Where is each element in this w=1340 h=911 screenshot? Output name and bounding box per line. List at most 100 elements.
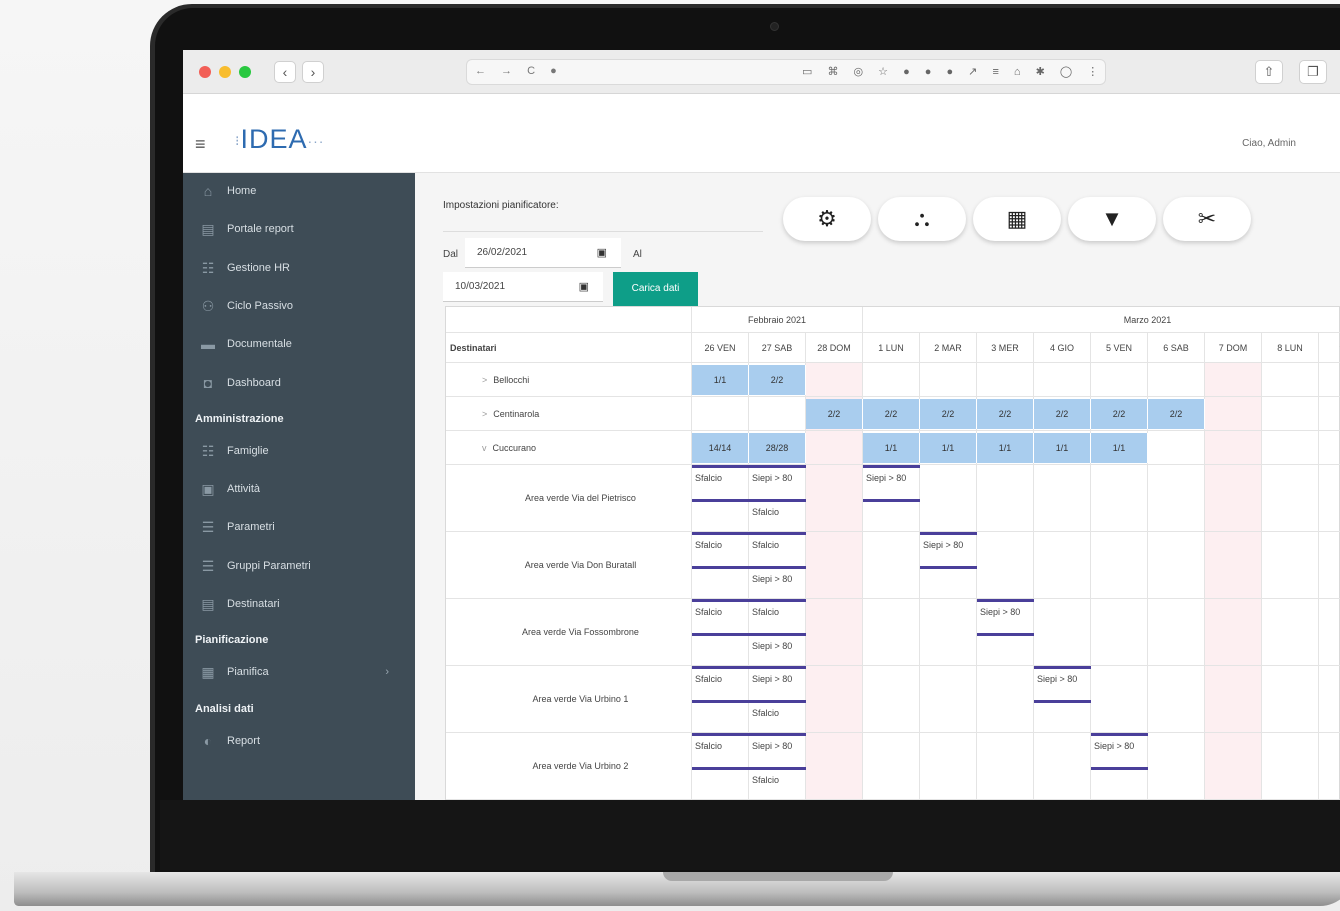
tools-icon[interactable]: ✂ (1163, 197, 1251, 241)
count-badge[interactable]: 1/1 (977, 433, 1034, 463)
task-label[interactable]: Siepi > 80 (866, 473, 906, 483)
task-label[interactable]: Siepi > 80 (752, 641, 792, 651)
group-row-centinarola[interactable]: > Centinarola (446, 397, 692, 431)
area-row-area-verde-via-don-buratall[interactable]: Area verde Via Don Buratall (446, 532, 692, 599)
count-badge[interactable]: 2/2 (806, 399, 863, 429)
count-badge[interactable]: 2/2 (863, 399, 920, 429)
area-row-area-verde-via-urbino-1[interactable]: Area verde Via Urbino 1 (446, 666, 692, 733)
count-badge[interactable]: 2/2 (749, 365, 806, 395)
expand-chevron-icon[interactable]: > (482, 409, 487, 419)
area-row-area-verde-via-urbino-2[interactable]: Area verde Via Urbino 2 (446, 733, 692, 800)
sidebar-item-famiglie[interactable]: ☷ Famiglie (183, 437, 415, 467)
task-label[interactable]: Sfalcio (695, 741, 722, 751)
sidebar-item-attivita[interactable]: ▣ Attività (183, 475, 415, 505)
sidebar-item-home[interactable]: ⌂ Home (183, 177, 415, 207)
hr-icon: ☷ (201, 259, 215, 276)
sidebar-item-parametri[interactable]: ☰ Parametri (183, 513, 415, 543)
calendar-picker-icon[interactable]: ▣ (579, 280, 589, 293)
count-badge[interactable]: 2/2 (1148, 399, 1205, 429)
group-row-cuccurano[interactable]: v Cuccurano (446, 431, 692, 465)
planner-settings-title: Impostazioni pianificatore: (443, 200, 559, 211)
collapse-chevron-icon[interactable]: v (482, 443, 487, 453)
task-label[interactable]: Sfalcio (695, 473, 722, 483)
grid-cell (863, 532, 920, 599)
extension-icons[interactable]: ▭ ⌘ ◎ ☆ ● ● ● ↗ ≡ ⌂ ✱ ◯ ⋮ (802, 65, 1104, 78)
calendar-picker-icon[interactable]: ▣ (597, 246, 607, 259)
to-date-input[interactable]: 10/03/2021 ▣ (443, 272, 603, 302)
grid-cell (1034, 363, 1091, 397)
task-label[interactable]: Siepi > 80 (752, 473, 792, 483)
sidebar-item-pianifica[interactable]: ▦ Pianifica › (183, 658, 415, 688)
count-badge[interactable]: 1/1 (920, 433, 977, 463)
task-label[interactable]: Sfalcio (752, 708, 779, 718)
expand-chevron-icon[interactable]: > (482, 375, 487, 385)
sidebar-item-label: Gestione HR (227, 261, 290, 274)
sidebar-item-report[interactable]: ◐ Report (183, 727, 415, 757)
close-window-button[interactable] (199, 66, 211, 78)
count-badge[interactable]: 28/28 (749, 433, 806, 463)
sidebar-item-dashboard[interactable]: ◘ Dashboard (183, 369, 415, 399)
task-label[interactable]: Siepi > 80 (1094, 741, 1134, 751)
group-row-bellocchi[interactable]: > Bellocchi (446, 363, 692, 397)
sidebar: ⌂ Home ▤ Portale report ☷ Gestione HR ⚇ Ciclo P… (183, 173, 415, 800)
count-badge[interactable]: 1/1 (1091, 433, 1148, 463)
back-button[interactable]: ‹ (274, 61, 296, 83)
count-badge[interactable]: 1/1 (863, 433, 920, 463)
count-badge[interactable]: 2/2 (920, 399, 977, 429)
load-data-button[interactable]: Carica dati (613, 272, 698, 306)
grid-cell (806, 465, 863, 532)
gears-icon[interactable]: ⚙ (783, 197, 871, 241)
task-label[interactable]: Sfalcio (752, 540, 779, 550)
grid-cell (1262, 532, 1319, 599)
task-label[interactable]: Siepi > 80 (923, 540, 963, 550)
calendar-icon[interactable]: ▦ (973, 197, 1061, 241)
sidebar-item-destinatari[interactable]: ▤ Destinatari (183, 590, 415, 620)
task-label[interactable]: Siepi > 80 (752, 674, 792, 684)
hamburger-menu-icon[interactable]: ≡ (195, 134, 206, 155)
task-label[interactable]: Siepi > 80 (980, 607, 1020, 617)
app-logo[interactable]: ⁝IDEA··· (235, 124, 324, 155)
sitemap-icon[interactable]: ⛬ (878, 197, 966, 241)
count-badge[interactable]: 2/2 (1034, 399, 1091, 429)
area-row-area-verde-via-fossombrone[interactable]: Area verde Via Fossombrone (446, 599, 692, 666)
count-badge[interactable]: 1/1 (1034, 433, 1091, 463)
count-badge[interactable]: 14/14 (692, 433, 749, 463)
grid-cell (1034, 465, 1091, 532)
count-badge[interactable]: 2/2 (1091, 399, 1148, 429)
task-line (749, 565, 806, 569)
count-badge[interactable]: 1/1 (692, 365, 749, 395)
grid-cell (1034, 733, 1091, 800)
user-greeting[interactable]: Ciao, Admin (1242, 138, 1296, 149)
maximize-window-button[interactable] (239, 66, 251, 78)
grid-cell (1262, 666, 1319, 733)
from-date-input[interactable]: 26/02/2021 ▣ (465, 238, 621, 268)
task-label[interactable]: Sfalcio (752, 507, 779, 517)
sidebar-item-documentale[interactable]: ▬ Documentale (183, 330, 415, 360)
task-label[interactable]: Siepi > 80 (752, 741, 792, 751)
area-row-area-verde-via-del-pietrisco[interactable]: Area verde Via del Pietrisco (446, 465, 692, 532)
filter-icon[interactable]: ▼ (1068, 197, 1156, 241)
sidebar-item-label: Parametri (227, 521, 275, 534)
task-label[interactable]: Sfalcio (695, 540, 722, 550)
sidebar-item-ciclo-passivo[interactable]: ⚇ Ciclo Passivo (183, 292, 415, 322)
sidebar-item-portale-report[interactable]: ▤ Portale report (183, 215, 415, 245)
tabs-overview-icon[interactable]: ❐ (1299, 60, 1327, 84)
task-label[interactable]: Sfalcio (752, 607, 779, 617)
sidebar-item-gestione-hr[interactable]: ☷ Gestione HR (183, 254, 415, 284)
minimize-window-button[interactable] (219, 66, 231, 78)
month-header: Marzo 2021 (863, 307, 1340, 333)
grid-cell (1205, 532, 1262, 599)
task-label[interactable]: Siepi > 80 (752, 574, 792, 584)
task-label[interactable]: Sfalcio (695, 607, 722, 617)
forward-button[interactable]: › (302, 61, 324, 83)
count-badge[interactable]: 2/2 (977, 399, 1034, 429)
address-bar[interactable]: ← → C ● ▭ ⌘ ◎ ☆ ● ● ● ↗ ≡ ⌂ ✱ ◯ ⋮ (466, 59, 1106, 85)
sidebar-item-label: Attività (227, 483, 261, 496)
task-label[interactable]: Sfalcio (695, 674, 722, 684)
task-label[interactable]: Siepi > 80 (1037, 674, 1077, 684)
task-label[interactable]: Sfalcio (752, 775, 779, 785)
sidebar-item-gruppi-parametri[interactable]: ☰ Gruppi Parametri (183, 552, 415, 582)
share-icon[interactable]: ⇧ (1255, 60, 1283, 84)
sidebar-item-label: Portale report (227, 223, 294, 236)
day-header: 28 DOM (806, 333, 863, 363)
